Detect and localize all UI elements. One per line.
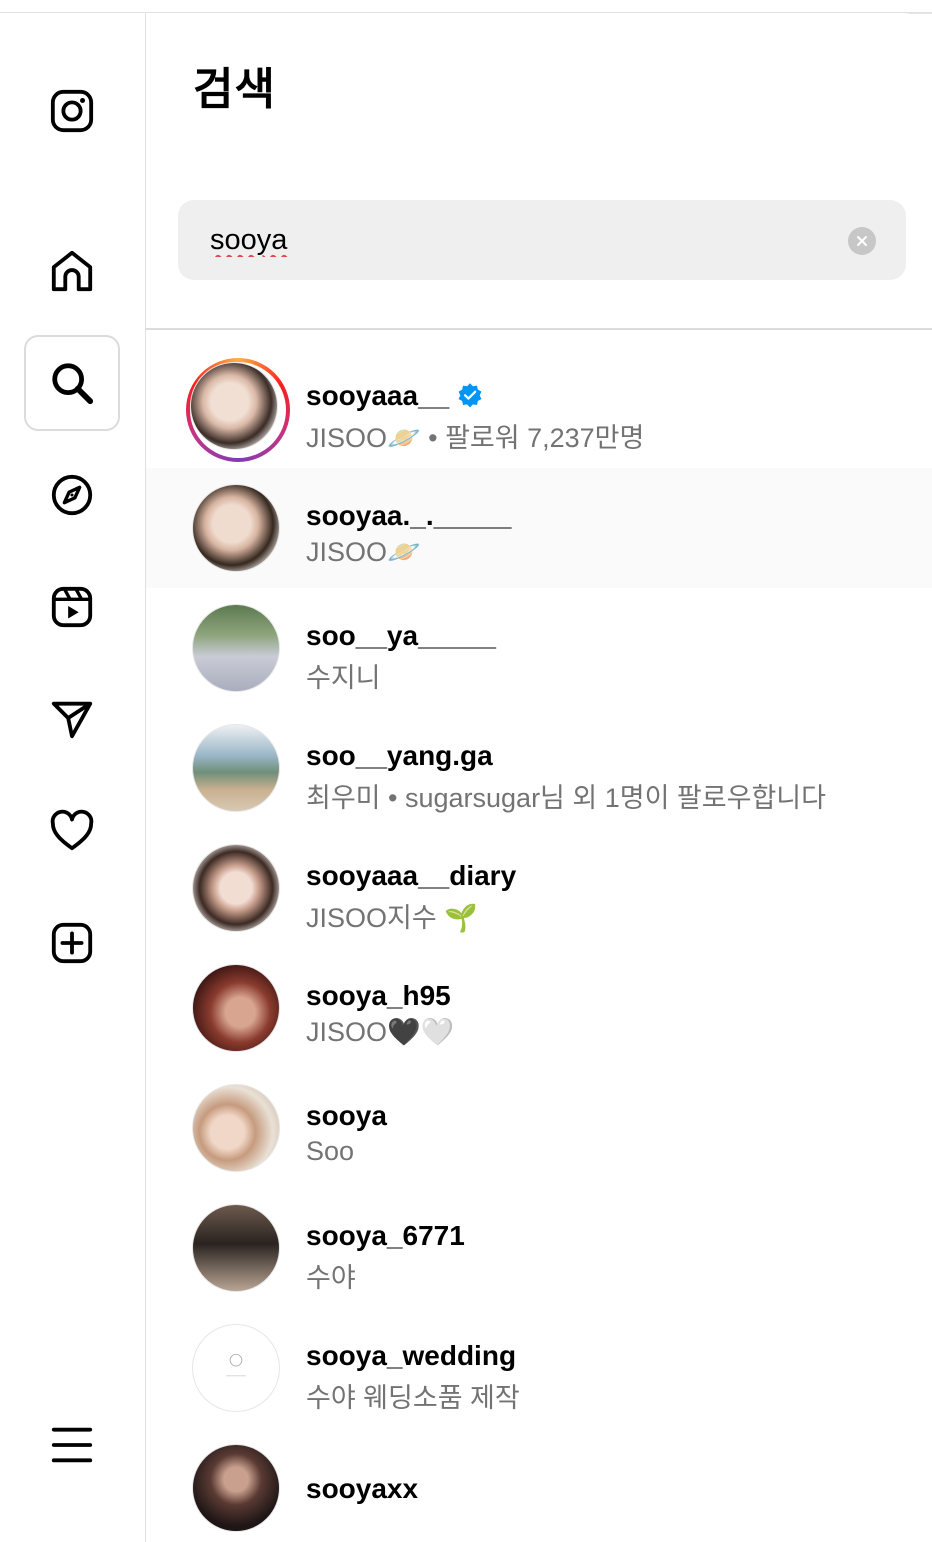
search-results-list: sooyaaa__ JISOO🪐 • 팔로워 7,237만명 sooyaa._.… (146, 348, 932, 1542)
search-box[interactable] (178, 200, 906, 280)
app-window: 검색 sooyaaa__ JISOO🪐 • 팔로워 7,237만명 sooyaa… (0, 13, 932, 1542)
avatar (192, 724, 280, 812)
search-panel: 검색 sooyaaa__ JISOO🪐 • 팔로워 7,237만명 sooyaa… (146, 13, 932, 1542)
divider (146, 328, 932, 330)
result-subtitle: 수야 웨딩소품 제작 (306, 1383, 520, 1413)
clear-search-button[interactable] (848, 227, 876, 255)
list-item[interactable]: sooya_wedding 수야 웨딩소품 제작 (146, 1308, 932, 1428)
menu-icon[interactable] (24, 1397, 120, 1493)
username: sooya_h95 (306, 980, 451, 1011)
compass-icon[interactable] (24, 447, 120, 543)
search-icon[interactable] (24, 335, 120, 431)
result-subtitle: JISOO🪐 (306, 537, 421, 567)
username: sooya_6771 (306, 1220, 465, 1251)
list-item[interactable]: sooyaaa__diary JISOO지수 🌱 (146, 828, 932, 948)
username: sooyaa._._____ (306, 500, 512, 531)
username: sooyaaa__ (306, 380, 483, 412)
list-item[interactable]: sooyaaa__ JISOO🪐 • 팔로워 7,237만명 (146, 348, 932, 468)
result-subtitle: 수야 (306, 1263, 356, 1293)
list-item[interactable]: sooyaa._._____ JISOO🪐 (146, 468, 932, 588)
reels-icon[interactable] (24, 559, 120, 655)
list-item[interactable]: sooya_6771 수야 (146, 1188, 932, 1308)
avatar (192, 484, 280, 572)
home-icon[interactable] (24, 223, 120, 319)
avatar (192, 1084, 280, 1172)
list-item[interactable]: soo__ya_____ 수지니 (146, 588, 932, 708)
result-subtitle: JISOO🪐 • 팔로워 7,237만명 (306, 423, 645, 453)
send-icon[interactable] (24, 671, 120, 767)
avatar (192, 1324, 280, 1412)
list-item[interactable]: soo__yang.ga 최우미 • sugarsugar님 외 1명이 팔로우… (146, 708, 932, 828)
search-input[interactable] (210, 218, 830, 262)
list-item[interactable]: sooyaxx (146, 1428, 932, 1542)
username: sooyaxx (306, 1473, 419, 1504)
list-item[interactable]: sooya_h95 JISOO🖤🤍 (146, 948, 932, 1068)
story-ring (186, 358, 290, 462)
close-icon (857, 236, 867, 246)
avatar (192, 964, 280, 1052)
result-subtitle: 수지니 (306, 663, 381, 693)
result-subtitle: 최우미 • sugarsugar님 외 1명이 팔로우합니다 (306, 783, 826, 813)
instagram-logo-icon[interactable] (24, 63, 120, 159)
avatar (190, 362, 278, 450)
username: soo__ya_____ (306, 620, 496, 651)
list-item[interactable]: sooya Soo (146, 1068, 932, 1188)
result-subtitle: Soo (306, 1136, 355, 1166)
avatar (192, 1444, 280, 1532)
wedding-logo-icon (226, 1353, 246, 1377)
create-icon[interactable] (24, 895, 120, 991)
sidebar-nav (0, 13, 146, 1542)
username: sooyaaa__diary (306, 860, 517, 891)
page-title: 검색 (193, 65, 276, 114)
result-subtitle: JISOO지수 🌱 (306, 903, 478, 933)
heart-icon[interactable] (24, 783, 120, 879)
username: sooya (306, 1100, 387, 1131)
username: soo__yang.ga (306, 740, 493, 771)
username: sooya_wedding (306, 1340, 517, 1371)
avatar (192, 604, 280, 692)
result-subtitle: JISOO🖤🤍 (306, 1017, 455, 1047)
verified-badge-icon (458, 383, 482, 408)
avatar (192, 1204, 280, 1292)
avatar (192, 844, 280, 932)
